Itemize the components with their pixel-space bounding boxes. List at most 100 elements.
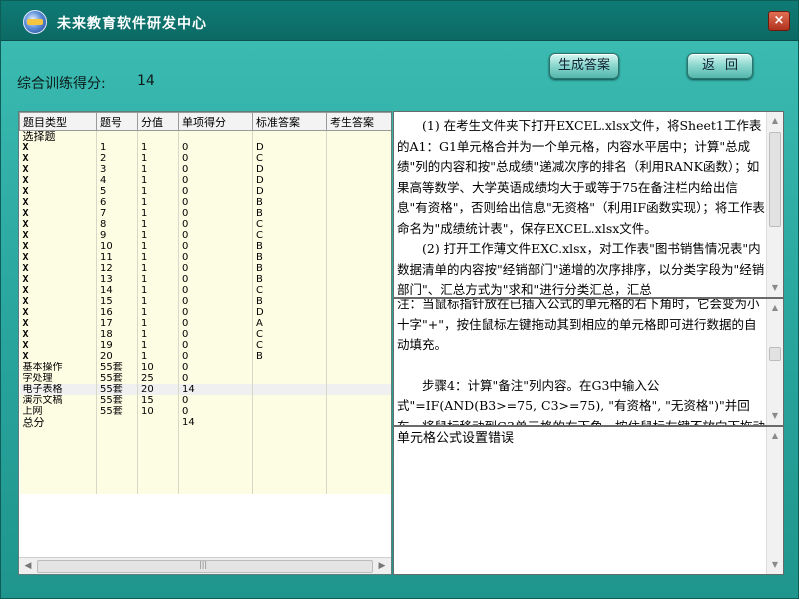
result-grid[interactable]: 题目类型 题号 分值 单项得分 标准答案 考生答案 选择题 X 1 1 0 D X 2 1 0 C X… (18, 111, 392, 575)
horizontal-scrollbar[interactable]: ◀ ||| ▶ (19, 557, 391, 574)
scroll-up-icon[interactable]: ▲ (767, 114, 783, 128)
vertical-scrollbar[interactable]: ▲ ▼ (766, 299, 783, 425)
table-cell: 总分 (19, 417, 97, 428)
table-row[interactable] (19, 483, 391, 494)
table-cell: 0 (178, 395, 253, 406)
table-row[interactable]: X810C (19, 219, 391, 230)
table-cell: 19 (96, 340, 138, 351)
scroll-right-icon[interactable]: ▶ (375, 560, 389, 573)
column-header[interactable]: 题目类型 (19, 112, 97, 131)
table-row[interactable]: X 14 1 0 C (19, 285, 391, 296)
table-cell (326, 175, 391, 186)
table-row[interactable]: X410D (19, 175, 391, 186)
table-cell: X (19, 318, 97, 329)
table-cell: B (252, 351, 327, 362)
table-row[interactable]: 上网 55套 10 0 (19, 406, 391, 417)
table-row[interactable] (19, 450, 391, 461)
table-row[interactable] (19, 461, 391, 472)
scroll-thumb[interactable] (769, 132, 781, 227)
main-window: 未来教育软件研发中心 × 综合训练得分: 14 生成答案 返回 题目类型 题号 … (0, 0, 799, 599)
result-textbox[interactable]: 单元格公式设置错误 ▲ ▼ (393, 426, 784, 575)
scroll-down-icon[interactable]: ▼ (767, 558, 783, 572)
table-row[interactable]: X 18 1 0 C (19, 329, 391, 340)
table-row[interactable]: X 16 1 0 D (19, 307, 391, 318)
table-row[interactable]: X510D (19, 186, 391, 197)
table-cell: 1 (137, 219, 179, 230)
vertical-scrollbar[interactable]: ▲ ▼ (766, 112, 783, 297)
scroll-down-icon[interactable]: ▼ (767, 409, 783, 423)
table-row[interactable]: X310D (19, 164, 391, 175)
table-cell (178, 483, 253, 494)
table-cell: 0 (178, 252, 253, 263)
scroll-up-icon[interactable]: ▲ (767, 301, 783, 315)
table-cell: D (252, 307, 327, 318)
table-row[interactable]: X110D (19, 142, 391, 153)
table-row[interactable]: X 13 1 0 B (19, 274, 391, 285)
table-cell (326, 142, 391, 153)
close-button[interactable]: × (768, 11, 790, 31)
table-cell: 0 (178, 164, 253, 175)
table-row[interactable]: X610B (19, 197, 391, 208)
table-cell: 0 (178, 153, 253, 164)
table-cell: 18 (96, 329, 138, 340)
table-cell: 0 (178, 175, 253, 186)
title-bar[interactable]: 未来教育软件研发中心 × (1, 1, 798, 41)
table-cell: 25 (137, 373, 179, 384)
table-row[interactable]: X210C (19, 153, 391, 164)
table-row[interactable]: X710B (19, 208, 391, 219)
table-cell (96, 130, 138, 142)
generate-answer-button[interactable]: 生成答案 (549, 53, 619, 79)
table-cell (96, 428, 138, 439)
table-row[interactable]: 选择题 (19, 130, 391, 142)
table-row[interactable]: X910C (19, 230, 391, 241)
vertical-scrollbar[interactable]: ▲ ▼ (766, 427, 783, 574)
table-row[interactable]: X 17 1 0 A (19, 318, 391, 329)
table-row[interactable]: X 19 1 0 C (19, 340, 391, 351)
table-cell (252, 483, 327, 494)
table-cell: 0 (178, 340, 253, 351)
column-header[interactable]: 考生答案 (326, 112, 391, 131)
table-cell: A (252, 318, 327, 329)
table-row[interactable]: X 20 1 0 B (19, 351, 391, 362)
table-row[interactable]: X 11 1 0 B (19, 252, 391, 263)
answer-text: 注：当鼠标指针放在已插入公式的单元格的右下角时，它会变为小十字"+"，按住鼠标左… (397, 299, 765, 425)
scroll-thumb[interactable] (769, 347, 781, 361)
table-row[interactable]: 总分 14 (19, 417, 391, 428)
table-row[interactable] (19, 439, 391, 450)
column-header[interactable]: 单项得分 (178, 112, 253, 131)
score-value: 14 (137, 73, 155, 89)
column-header[interactable]: 分值 (137, 112, 179, 131)
table-row[interactable]: 基本操作 55套 10 0 (19, 362, 391, 373)
table-row[interactable] (19, 428, 391, 439)
table-row[interactable]: 字处理 55套 25 0 (19, 373, 391, 384)
table-cell: 10 (137, 406, 179, 417)
scroll-up-icon[interactable]: ▲ (767, 429, 783, 443)
table-row[interactable]: X 10 1 0 B (19, 241, 391, 252)
table-row[interactable]: X 12 1 0 B (19, 263, 391, 274)
table-cell: 55套 (96, 362, 138, 373)
table-cell: X (19, 186, 97, 197)
table-cell: 14 (96, 285, 138, 296)
table-cell: 1 (137, 186, 179, 197)
table-cell (178, 428, 253, 439)
column-header[interactable]: 标准答案 (252, 112, 327, 131)
table-cell (326, 130, 391, 142)
table-row[interactable]: 演示文稿 55套 15 0 (19, 395, 391, 406)
table-cell: 1 (137, 197, 179, 208)
table-cell: D (252, 164, 327, 175)
table-cell: 1 (137, 296, 179, 307)
table-cell: X (19, 285, 97, 296)
question-textbox[interactable]: (1) 在考生文件夹下打开EXCEL.xlsx文件，将Sheet1工作表的A1：… (393, 111, 784, 298)
table-cell (252, 461, 327, 472)
table-cell: 15 (96, 296, 138, 307)
scroll-down-icon[interactable]: ▼ (767, 281, 783, 295)
table-cell: 1 (137, 208, 179, 219)
table-cell (96, 483, 138, 494)
scroll-left-icon[interactable]: ◀ (21, 560, 35, 573)
back-button[interactable]: 返回 (687, 53, 753, 79)
answer-textbox[interactable]: 注：当鼠标指针放在已插入公式的单元格的右下角时，它会变为小十字"+"，按住鼠标左… (393, 298, 784, 426)
table-row[interactable]: 电子表格 55套 20 14 (19, 384, 391, 395)
table-row[interactable] (19, 472, 391, 483)
column-header[interactable]: 题号 (96, 112, 138, 131)
table-row[interactable]: X 15 1 0 B (19, 296, 391, 307)
